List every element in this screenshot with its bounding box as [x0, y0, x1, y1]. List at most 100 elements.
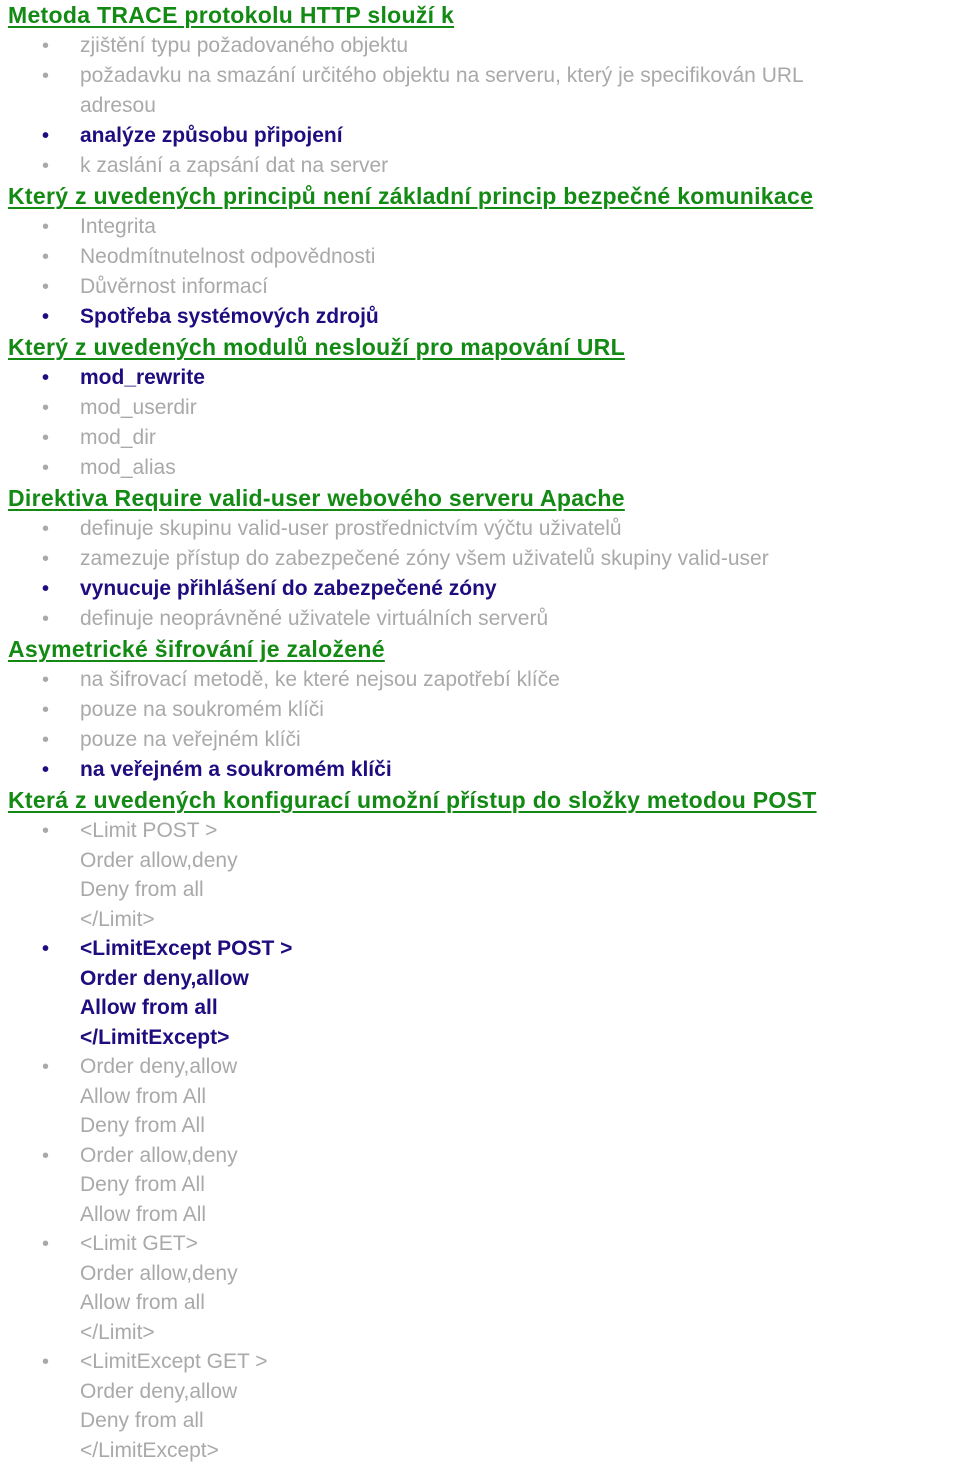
bullet-icon: •: [42, 518, 50, 540]
bullet-icon: •: [42, 125, 50, 147]
bullet-icon: •: [42, 367, 50, 389]
question-block-3: Který z uvedených modulů neslouží pro ma…: [0, 332, 960, 483]
question-block-2: Který z uvedených principů není základní…: [0, 181, 960, 332]
bullet-icon: •: [42, 65, 50, 87]
bullet-icon: •: [42, 548, 50, 570]
answer-item: • mod_userdir: [0, 393, 960, 423]
answer-text: Deny from all: [80, 1409, 204, 1432]
bullet-icon: •: [42, 759, 50, 781]
answer-text: na šifrovací metodě, ke které nejsou zap…: [80, 668, 560, 691]
answer-text: adresou: [80, 94, 156, 117]
answer-text: mod_alias: [80, 456, 176, 479]
answer-item: • k zaslání a zapsání dat na server: [0, 151, 960, 181]
answer-item: • definuje skupinu valid-user prostřednic…: [0, 514, 960, 544]
answer-text: Integrita: [80, 215, 156, 238]
question-block-1: Metoda TRACE protokolu HTTP slouží k • zj…: [0, 0, 960, 181]
answer-text: </LimitExcept>: [80, 1025, 230, 1049]
answer-item: • požadavku na smazání určitého objektu n…: [0, 61, 960, 121]
bullet-icon: •: [42, 216, 50, 238]
answer-text: vynucuje přihlášení do zabezpečené zóny: [80, 577, 497, 600]
answer-text: analýze způsobu připojení: [80, 124, 343, 147]
answer-text: <Limit POST >: [80, 819, 218, 842]
answer-text: mod_rewrite: [80, 366, 205, 389]
answer-item-correct: • vynucuje přihlášení do zabezpečené zóny: [0, 574, 960, 604]
answer-list: • definuje skupinu valid-user prostřednic…: [0, 514, 960, 634]
answer-text: </Limit>: [80, 1320, 155, 1344]
answer-item-correct: • Spotřeba systémových zdrojů: [0, 302, 960, 332]
answer-text: </Limit>: [80, 907, 155, 931]
answer-text: pouze na veřejném klíči: [80, 728, 301, 751]
bullet-icon: •: [42, 1351, 50, 1373]
answer-text: definuje neoprávněné uživatele virtuální…: [80, 607, 549, 630]
answer-list: • zjištění typu požadovaného objektu • poža…: [0, 31, 960, 181]
answer-text: </LimitExcept>: [80, 1438, 219, 1462]
answer-item-correct: • na veřejném a soukromém klíči: [0, 755, 960, 785]
answer-item: • Order deny,allow Allow from All Deny from…: [0, 1052, 960, 1141]
answer-item: • <LimitExcept GET > Order deny,allow Deny …: [0, 1347, 960, 1465]
answer-text: zjištění typu požadovaného objektu: [80, 34, 409, 57]
answer-text: Order deny,allow: [80, 1055, 238, 1078]
answer-text: Order allow,deny: [80, 1261, 238, 1285]
question-title: Metoda TRACE protokolu HTTP slouží k: [8, 2, 455, 28]
answer-text: Order allow,deny: [80, 1143, 238, 1167]
quiz-document: Metoda TRACE protokolu HTTP slouží k • zj…: [0, 0, 960, 1465]
bullet-icon: •: [42, 246, 50, 268]
answer-item: • <Limit GET> Order allow,deny Allow from a…: [0, 1229, 960, 1347]
answer-item-correct: • mod_rewrite: [0, 363, 960, 393]
answer-text: Deny from all: [80, 878, 204, 901]
bullet-icon: •: [42, 306, 50, 328]
question-title: Která z uvedených konfigurací umožní pří…: [8, 787, 817, 813]
answer-text: mod_dir: [80, 426, 156, 449]
answer-text: definuje skupinu valid-user prostřednict…: [80, 517, 622, 540]
bullet-icon: •: [42, 578, 50, 600]
bullet-icon: •: [42, 1144, 50, 1167]
answer-text: Order deny,allow: [80, 966, 249, 990]
answer-text: Deny from All: [80, 1173, 205, 1196]
answer-text: <LimitExcept POST >: [80, 937, 293, 960]
answer-text: Deny from All: [80, 1114, 205, 1137]
bullet-icon: •: [42, 427, 50, 449]
question-block-6: Která z uvedených konfigurací umožní pří…: [0, 785, 960, 1465]
answer-item: • mod_dir: [0, 423, 960, 453]
answer-item: • pouze na soukromém klíči: [0, 695, 960, 725]
bullet-icon: •: [42, 155, 50, 177]
answer-item-correct: • analýze způsobu připojení: [0, 121, 960, 151]
answer-item-correct: • <LimitExcept POST > Order deny,allow Allo…: [0, 934, 960, 1052]
question-title: Asymetrické šifrování je založené: [8, 636, 385, 662]
answer-text: Allow from All: [80, 1084, 207, 1108]
bullet-icon: •: [42, 699, 50, 721]
answer-text: Allow from all: [80, 1291, 205, 1314]
bullet-icon: •: [42, 820, 50, 842]
answer-text: Spotřeba systémových zdrojů: [80, 305, 379, 328]
answer-list: • mod_rewrite • mod_userdir • mod_dir • mod_ali…: [0, 363, 960, 483]
answer-item: • Neodmítnutelnost odpovědnosti: [0, 242, 960, 272]
bullet-icon: •: [42, 1056, 50, 1078]
answer-item: • mod_alias: [0, 453, 960, 483]
bullet-icon: •: [42, 397, 50, 419]
answer-text: k zaslání a zapsání dat na server: [80, 154, 389, 177]
answer-text: Order deny,allow: [80, 1379, 238, 1403]
answer-item: • zjištění typu požadovaného objektu: [0, 31, 960, 61]
answer-text: <LimitExcept GET >: [80, 1350, 268, 1373]
answer-text: Allow from All: [80, 1202, 207, 1226]
answer-item: • definuje neoprávněné uživatele virtuáln…: [0, 604, 960, 634]
answer-text: Neodmítnutelnost odpovědnosti: [80, 245, 376, 268]
question-title: Který z uvedených modulů neslouží pro ma…: [8, 334, 625, 360]
bullet-icon: •: [42, 729, 50, 751]
answer-text: <Limit GET>: [80, 1232, 198, 1255]
question-title: Který z uvedených principů není základní…: [8, 183, 814, 209]
bullet-icon: •: [42, 1233, 50, 1255]
answer-text: požadavku na smazání určitého objektu na…: [80, 64, 804, 87]
answer-text: na veřejném a soukromém klíči: [80, 758, 392, 781]
answer-item: • zamezuje přístup do zabezpečené zóny vš…: [0, 544, 960, 574]
answer-item: • <Limit POST > Order allow,deny Deny from …: [0, 816, 960, 934]
answer-text: pouze na soukromém klíči: [80, 698, 324, 721]
bullet-icon: •: [42, 35, 50, 57]
bullet-icon: •: [42, 608, 50, 630]
answer-item: • pouze na veřejném klíči: [0, 725, 960, 755]
question-block-5: Asymetrické šifrování je založené • na ši…: [0, 634, 960, 785]
answer-text: Allow from all: [80, 996, 218, 1019]
bullet-icon: •: [42, 669, 50, 691]
bullet-icon: •: [42, 457, 50, 479]
bullet-icon: •: [42, 938, 50, 960]
